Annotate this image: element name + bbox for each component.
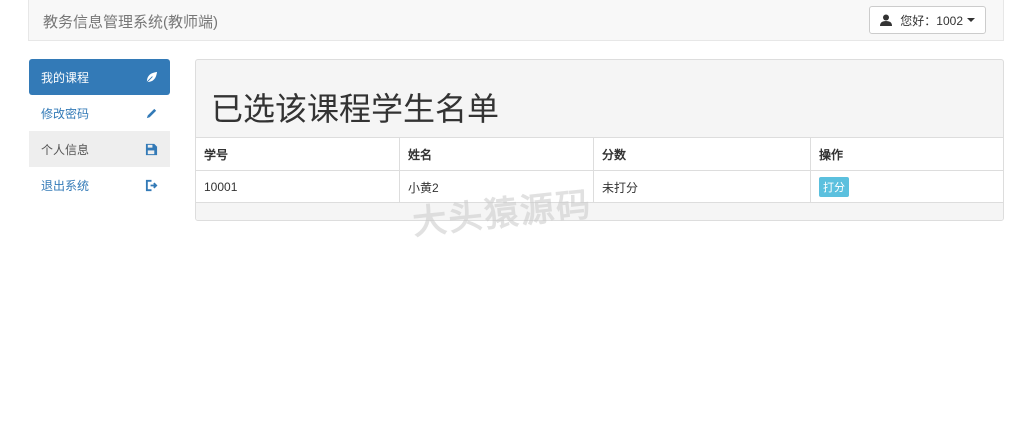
table-row: 10001 小黄2 未打分 打分 bbox=[196, 170, 1003, 203]
caret-down-icon bbox=[967, 18, 975, 22]
user-dropdown-button[interactable]: 您好：1002 bbox=[869, 6, 986, 34]
user-greeting: 您好：1002 bbox=[900, 13, 963, 28]
logout-icon bbox=[145, 179, 158, 191]
column-header: 操作 bbox=[810, 137, 1003, 171]
grade-button[interactable]: 打分 bbox=[819, 177, 849, 197]
sidebar-item-label: 我的课程 bbox=[41, 70, 90, 85]
column-header: 分数 bbox=[593, 137, 811, 171]
sidebar-item-label: 个人信息 bbox=[41, 142, 90, 157]
column-header: 姓名 bbox=[399, 137, 594, 171]
table-header-row: 学号 姓名 分数 操作 bbox=[196, 137, 1003, 171]
student-name-cell: 小黄2 bbox=[399, 170, 594, 203]
sidebar-item-logout[interactable]: 退出系统 bbox=[29, 167, 170, 203]
pencil-icon bbox=[146, 108, 157, 118]
column-header: 学号 bbox=[196, 137, 400, 171]
sidebar: 我的课程 修改密码 个人信息 退出系统 bbox=[29, 59, 170, 203]
sidebar-item-my-courses[interactable]: 我的课程 bbox=[29, 59, 170, 95]
floppy-icon bbox=[145, 143, 158, 155]
sidebar-item-personal-info[interactable]: 个人信息 bbox=[29, 131, 170, 167]
action-cell: 打分 bbox=[810, 170, 1003, 203]
user-icon bbox=[880, 14, 893, 26]
student-id-cell: 10001 bbox=[196, 170, 400, 203]
brand-title[interactable]: 教务信息管理系统(教师端) bbox=[43, 11, 218, 32]
page-title: 已选该课程学生名单 bbox=[211, 91, 500, 127]
student-list-panel: 已选该课程学生名单 学号 姓名 分数 操作 10001 小黄2 未打分 打分 bbox=[195, 59, 1004, 221]
navbar: 教务信息管理系统(教师端) 您好：1002 bbox=[28, 0, 1004, 41]
leaf-icon bbox=[146, 71, 158, 82]
sidebar-item-label: 退出系统 bbox=[41, 178, 90, 193]
score-cell: 未打分 bbox=[593, 170, 811, 203]
sidebar-item-label: 修改密码 bbox=[41, 106, 90, 121]
sidebar-item-change-password[interactable]: 修改密码 bbox=[29, 95, 170, 131]
student-table: 学号 姓名 分数 操作 10001 小黄2 未打分 打分 bbox=[196, 137, 1003, 203]
panel-footer bbox=[196, 202, 1003, 220]
